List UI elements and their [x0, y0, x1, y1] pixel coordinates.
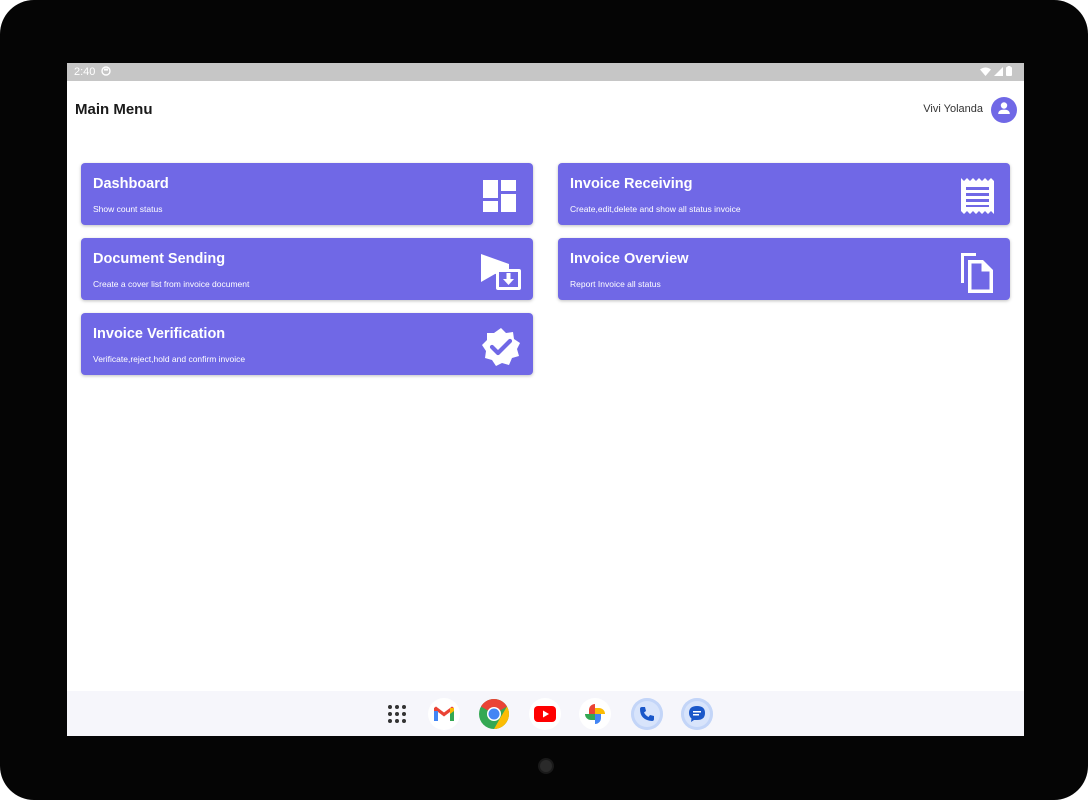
- photos-icon[interactable]: [579, 698, 611, 730]
- receipt-icon: [958, 177, 996, 215]
- dashboard-icon: [481, 177, 519, 215]
- user-name[interactable]: Vivi Yolanda: [923, 103, 983, 115]
- phone-icon[interactable]: [631, 698, 663, 730]
- card-title: Dashboard: [93, 176, 169, 192]
- app-bar: Main Menu Vivi Yolanda: [67, 81, 1024, 137]
- copy-documents-icon: [958, 252, 996, 293]
- menu-card-invoice-verification[interactable]: Invoice Verification Verificate,reject,h…: [81, 313, 533, 375]
- card-subtitle: Create,edit,delete and show all status i…: [570, 204, 741, 214]
- messages-icon[interactable]: [681, 698, 713, 730]
- card-title: Invoice Receiving: [570, 176, 693, 192]
- screen: 2:40 Main Menu Vivi Yolanda Dashboard Sh…: [67, 63, 1024, 736]
- card-title: Document Sending: [93, 251, 226, 267]
- tablet-bezel: 2:40 Main Menu Vivi Yolanda Dashboard Sh…: [0, 0, 1088, 800]
- battery-icon: [1006, 66, 1012, 79]
- menu-card-dashboard[interactable]: Dashboard Show count status: [81, 163, 533, 225]
- avatar[interactable]: [991, 97, 1017, 123]
- card-subtitle: Report Invoice all status: [570, 279, 661, 289]
- document-send-icon: [481, 252, 521, 290]
- signal-icon: [994, 66, 1003, 79]
- app-drawer-icon[interactable]: [381, 698, 413, 730]
- page-title: Main Menu: [75, 101, 153, 118]
- person-icon: [996, 100, 1012, 121]
- status-time: 2:40: [74, 66, 96, 78]
- menu-card-invoice-receiving[interactable]: Invoice Receiving Create,edit,delete and…: [558, 163, 1010, 225]
- status-bar: 2:40: [67, 63, 1024, 81]
- card-title: Invoice Overview: [570, 251, 689, 267]
- menu-card-invoice-overview[interactable]: Invoice Overview Report Invoice all stat…: [558, 238, 1010, 300]
- app-dock: [67, 691, 1024, 736]
- card-subtitle: Create a cover list from invoice documen…: [93, 279, 250, 289]
- card-subtitle: Show count status: [93, 204, 163, 214]
- verified-badge-icon: [481, 327, 520, 366]
- menu-card-document-sending[interactable]: Document Sending Create a cover list fro…: [81, 238, 533, 300]
- chrome-icon[interactable]: [478, 698, 510, 730]
- card-title: Invoice Verification: [93, 326, 226, 342]
- wifi-icon: [980, 67, 991, 79]
- status-icons: [980, 66, 1012, 79]
- circle-status-icon: [101, 66, 111, 79]
- gmail-icon[interactable]: [428, 698, 460, 730]
- card-subtitle: Verificate,reject,hold and confirm invoi…: [93, 354, 246, 364]
- front-camera: [540, 760, 552, 772]
- youtube-icon[interactable]: [529, 698, 561, 730]
